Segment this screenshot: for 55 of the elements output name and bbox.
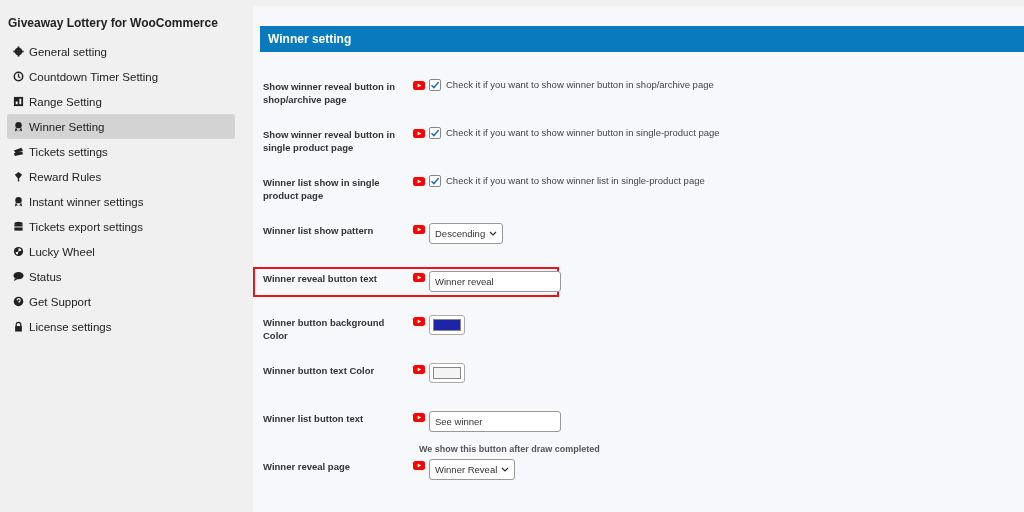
dropdown[interactable]: Descending: [429, 223, 504, 244]
sidebar-item[interactable]: Range Setting: [7, 89, 235, 114]
sidebar-item[interactable]: General setting: [7, 39, 235, 64]
checkbox[interactable]: [429, 127, 441, 139]
setting-label: Winner button background Color: [263, 317, 386, 342]
video-icon[interactable]: [413, 177, 425, 186]
setting-label: Show winner reveal button in single product page: [263, 129, 396, 154]
wheel-icon: [13, 246, 24, 257]
checkbox[interactable]: [429, 79, 441, 91]
sidebar-item[interactable]: Lucky Wheel: [7, 239, 235, 264]
question-icon: [13, 296, 24, 307]
setting-label: Show winner reveal button in shop/archive page: [263, 81, 396, 106]
sidebar-item[interactable]: Status: [7, 264, 235, 289]
setting-label: Winner list show pattern: [263, 225, 375, 238]
clock-icon: [13, 71, 24, 82]
setting-label: Winner list show in single product page: [263, 177, 381, 202]
ticket-icon: [13, 146, 24, 157]
setting-description: Check it if you want to show winner button in single-product page: [446, 127, 720, 139]
video-icon[interactable]: [413, 273, 425, 282]
setting-label: Winner button text Color: [263, 365, 376, 378]
sidebar-item[interactable]: License settings: [7, 314, 235, 339]
sidebar-item[interactable]: Tickets settings: [7, 139, 235, 164]
setting-label: Winner list button text: [263, 413, 365, 426]
setting-label: Winner reveal button text: [263, 273, 378, 286]
setting-description: Check it if you want to show winner list in single-product page: [446, 175, 705, 187]
sidebar-item[interactable]: Countdown Timer Setting: [7, 64, 235, 89]
dropdown[interactable]: Winner Reveal: [429, 459, 516, 480]
checkbox[interactable]: [429, 175, 441, 187]
video-icon[interactable]: [413, 461, 425, 470]
video-icon[interactable]: [413, 365, 425, 374]
chat-icon: [13, 271, 24, 282]
video-icon[interactable]: [413, 317, 425, 326]
input-field[interactable]: See winner: [429, 411, 561, 432]
input-field[interactable]: Winner reveal: [429, 271, 561, 292]
database-icon: [13, 221, 24, 232]
sidebar-item[interactable]: Get Support: [7, 289, 235, 314]
setting-label: Winner reveal page: [263, 461, 352, 474]
award-icon: [13, 121, 24, 132]
setting-description: Check it if you want to show winner button in shop/archive page: [446, 79, 714, 91]
award-icon: [13, 196, 24, 207]
video-icon[interactable]: [413, 225, 425, 234]
chevron-down-icon: [489, 231, 498, 236]
video-icon[interactable]: [413, 81, 425, 90]
plugin-title: Giveaway Lottery for WooCommerce: [8, 16, 219, 30]
sidebar-item[interactable]: Reward Rules: [7, 164, 235, 189]
section-header: Winner setting: [260, 26, 1024, 52]
video-icon[interactable]: [413, 129, 425, 138]
chart-icon: [13, 96, 24, 107]
help-text: We show this button after draw completed: [419, 444, 600, 454]
sidebar-item[interactable]: Tickets export settings: [7, 214, 235, 239]
video-icon[interactable]: [413, 413, 425, 422]
sidebar-item[interactable]: Instant winner settings: [7, 189, 235, 214]
lock-icon: [13, 321, 24, 332]
sidebar-item[interactable]: Winner Setting: [7, 114, 235, 139]
chevron-down-icon: [501, 467, 510, 472]
